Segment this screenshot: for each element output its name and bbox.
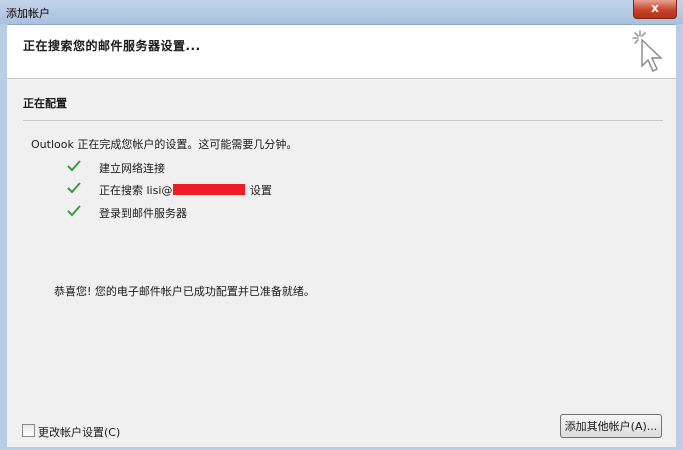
- close-icon: x: [651, 1, 659, 15]
- busy-cursor-icon: [632, 30, 663, 72]
- window-title: 添加帐户: [6, 7, 50, 20]
- step-label: 登录到邮件服务器: [99, 207, 187, 220]
- header-panel: 正在搜索您的邮件服务器设置...: [7, 25, 676, 79]
- step-label: 正在搜索 lisi@ 设置: [99, 182, 272, 198]
- step-label-prefix: 正在搜索 lisi@: [99, 184, 173, 197]
- success-message: 恭喜您! 您的电子邮件帐户已成功配置并已准备就绪。: [54, 285, 315, 298]
- check-icon: [67, 205, 81, 217]
- step-label-suffix: 设置: [246, 184, 272, 197]
- change-settings-checkbox[interactable]: [22, 424, 35, 437]
- add-other-account-button[interactable]: 添加其他帐户(A)...: [560, 414, 662, 438]
- page-title: 正在搜索您的邮件服务器设置...: [23, 39, 201, 53]
- window-frame-left: [0, 24, 7, 450]
- section-title: 正在配置: [23, 97, 67, 110]
- main-content: 正在配置 Outlook 正在完成您帐户的设置。这可能需要几分钟。 建立网络连接…: [7, 79, 676, 450]
- step-label: 建立网络连接: [99, 162, 165, 175]
- redacted-email: [173, 184, 246, 195]
- window-frame-right: [676, 24, 683, 450]
- change-settings-label[interactable]: 更改帐户设置(C): [38, 424, 120, 440]
- check-icon: [67, 160, 81, 172]
- title-bar: 添加帐户 x: [0, 0, 683, 25]
- status-intro: Outlook 正在完成您帐户的设置。这可能需要几分钟。: [31, 138, 298, 151]
- divider: [23, 120, 663, 121]
- check-icon: [67, 182, 81, 194]
- close-button[interactable]: x: [633, 0, 677, 19]
